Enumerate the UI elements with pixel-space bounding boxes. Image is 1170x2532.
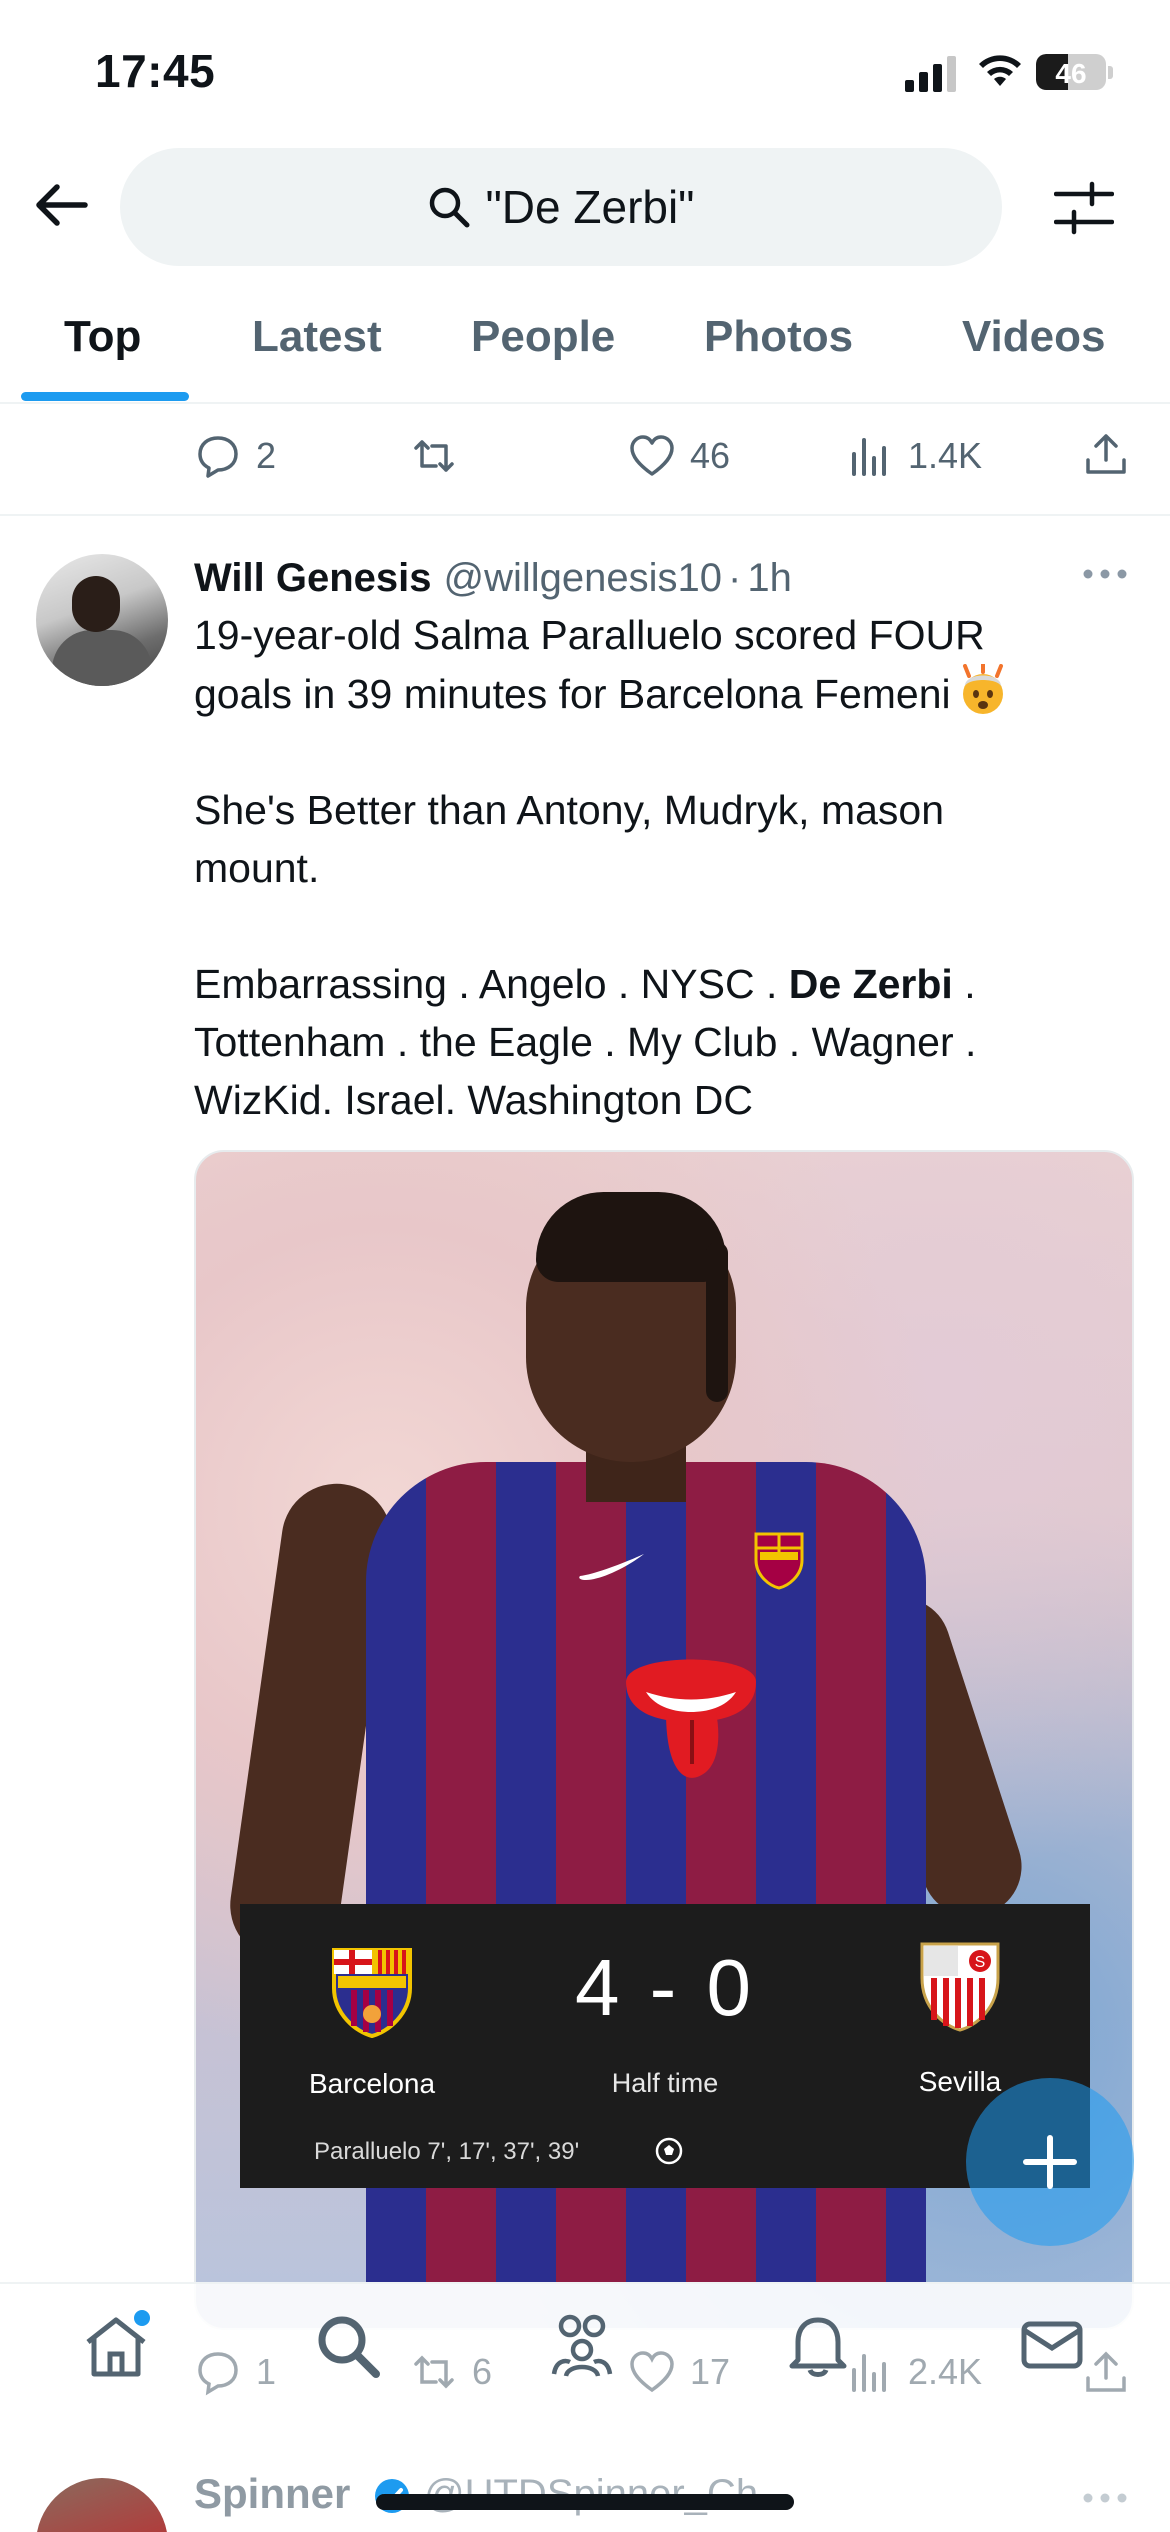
search-input[interactable]: "De Zerbi" [120,148,1002,266]
match-score: 4 - 0 [574,1943,756,2032]
status-time: 17:45 [95,45,216,97]
heart-icon [630,2351,674,2393]
tweet-text-line: She's Better than Antony, Mudryk, mason [194,787,945,833]
reply-count: 1 [256,2351,277,2392]
tweet-text-line: Tottenham . the Eagle . My Club . Wagner… [194,1019,977,1065]
like-count: 46 [690,435,731,476]
tab-people[interactable]: People [471,312,615,362]
home-team-name: Barcelona [308,2068,436,2099]
retweet-button[interactable]: 6 [410,2348,492,2396]
tab-latest[interactable]: Latest [252,312,382,362]
barcelona-crest-icon [332,1948,412,2039]
share-button[interactable] [1082,430,1144,478]
reply-button[interactable]: 1 [194,2348,276,2396]
tweet-actions: 1 6 17 2.4K [0,2348,1170,2408]
tab-top[interactable]: Top [64,312,141,362]
tweet-text: 19-year-old Salma Paralluelo scored FOUR… [194,606,1124,1129]
home-notification-dot [134,2310,150,2326]
retweet-icon [414,440,454,472]
scoreboard: Barcelona 4 - 0 Half time S Sevilla Para… [240,1904,1090,2188]
exploding-head-emoji-icon [962,664,1003,714]
svg-text:S: S [975,1954,986,1971]
reply-count: 2 [256,435,277,476]
reply-icon [198,2352,238,2396]
tweet-text-line: goals in 39 minutes for Barcelona Femeni [194,664,1124,723]
more-options-icon[interactable] [1082,2486,1128,2510]
goal-scorers: Paralluelo 7', 17', 37', 39' [314,2138,580,2165]
rolling-stones-logo [626,1659,756,1778]
reply-button[interactable]: 2 [194,432,276,480]
home-indicator[interactable] [376,2494,794,2510]
status-bar: 17:45 46 [0,0,1170,140]
share-icon [1086,434,1126,474]
wifi-icon [979,55,1021,86]
next-tweet[interactable]: Spinner @UTDSpinner_Ch [0,2442,1170,2532]
heart-icon [630,435,674,476]
tab-photos[interactable]: Photos [704,312,853,362]
author-avatar[interactable] [36,554,168,686]
next-author-avatar[interactable] [36,2478,168,2532]
search-term-highlight: De Zerbi [788,961,953,1007]
active-tab-indicator [21,392,189,401]
bottom-tab-bar: 1 6 17 2.4K [0,2282,1170,2442]
separator: · [728,555,742,600]
views-count: 2.4K [908,2351,983,2392]
author-handle[interactable]: @willgenesis10 [444,556,723,601]
battery-level: 46 [1055,58,1087,89]
views-button[interactable]: 1.4K [846,432,982,480]
search-header: "De Zerbi" [0,140,1170,270]
back-button[interactable] [30,174,92,236]
match-status: Half time [611,2068,719,2098]
more-options-icon[interactable] [1082,562,1128,586]
like-button[interactable]: 17 [628,2348,730,2396]
views-icon [852,438,886,476]
football-icon [655,2137,683,2165]
back-arrow-icon [36,184,88,226]
search-tabs: Top Latest People Photos Videos [0,292,1170,404]
tweet-text-line: WizKid. Israel. Washington DC [194,1077,753,1123]
views-button[interactable]: 2.4K [846,2348,982,2396]
retweet-button[interactable] [410,432,472,480]
tweet-header: Will Genesis @willgenesis10 · 1h [194,548,792,608]
nike-swoosh-icon [579,1554,644,1580]
cellular-signal-icon [905,56,956,92]
share-button[interactable] [1082,2348,1144,2396]
tab-videos[interactable]: Videos [962,312,1105,362]
tweet-time: 1h [747,555,792,600]
tweet-text-line: Embarrassing . Angelo . NYSC . De Zerbi … [194,961,976,1007]
views-icon [852,2354,886,2392]
battery-icon: 46 [1036,52,1114,92]
search-icon [430,187,470,228]
tweet-text-line: mount. [194,845,320,891]
share-icon [1086,2351,1126,2392]
views-count: 1.4K [908,435,983,476]
like-count: 17 [690,2351,731,2392]
retweet-count: 6 [472,2351,493,2392]
author-name[interactable]: Will Genesis [194,556,432,601]
previous-tweet-actions: 2 46 1.4K [0,404,1170,516]
barcelona-crest-icon [754,1532,804,1590]
plus-icon [1023,2135,1077,2189]
like-button[interactable]: 46 [628,432,730,480]
retweet-icon [414,2355,454,2389]
reply-icon [198,436,238,478]
search-query: "De Zerbi" [485,181,695,233]
tweet-text-line: 19-year-old Salma Paralluelo scored FOUR [194,612,985,658]
search-settings-icon[interactable] [1054,180,1114,236]
sevilla-crest-icon: S [920,1942,1000,2032]
next-author-name[interactable]: Spinner [194,2470,350,2518]
compose-tweet-button[interactable] [966,2078,1134,2246]
